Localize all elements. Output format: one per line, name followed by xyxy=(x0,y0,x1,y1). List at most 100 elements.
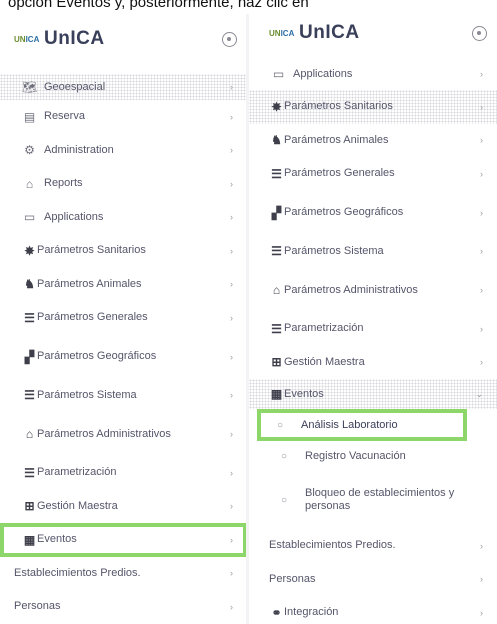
submenu-item-registro-vacunacion[interactable]: ○ Registro Vacunación xyxy=(249,441,497,471)
cattle-icon: ♞ xyxy=(271,133,282,148)
sidebar-item-parametros-administrativos[interactable]: ⌂ Parámetros Administrativos › xyxy=(249,268,497,312)
submenu-item-label: Bloqueo de establecimientos y personas xyxy=(305,487,455,512)
sidebar-item-label: Integración xyxy=(284,606,339,619)
sidebar-item-establecimientos-predios[interactable]: Establecimientos Predios. › xyxy=(0,557,247,591)
brand-title: UnICA xyxy=(299,22,360,43)
chevron-right-icon: › xyxy=(230,111,233,122)
sidebar-item-gestion-maestra[interactable]: ⊞ Gestión Maestra › xyxy=(0,490,247,524)
sidebar-toggle-icon[interactable] xyxy=(472,25,487,41)
sidebar-item-reserva[interactable]: ▤ Reserva › xyxy=(0,100,247,134)
sidebar-item-parametros-geograficos[interactable]: ▞ Parámetros Geográficos › xyxy=(249,191,497,235)
sidebar-item-parametros-generales[interactable]: ☰ Parámetros Generales › xyxy=(0,301,247,335)
brand-title: UnICA xyxy=(44,28,105,49)
list-icon: ☰ xyxy=(271,321,282,336)
sidebar-item-label: Parámetros Sistema xyxy=(37,388,137,401)
circle-bullet-icon: ○ xyxy=(277,419,284,431)
sidebar-item-label: Applications xyxy=(293,67,353,80)
sidebar-item-personas[interactable]: Personas › xyxy=(0,590,247,624)
sidebar-item-integracion[interactable]: ⚭ Integración › xyxy=(249,596,497,624)
sidebar-item-label: Reserva xyxy=(44,110,85,123)
chevron-right-icon: › xyxy=(480,574,483,585)
list-icon: ☰ xyxy=(24,465,35,480)
chevron-right-icon: › xyxy=(480,168,483,179)
sidebar-item-applications[interactable]: ▭ Applications › xyxy=(0,201,247,235)
sidebar-item-label: Personas xyxy=(269,572,316,585)
chevron-right-icon: › xyxy=(230,568,233,579)
chevron-right-icon: › xyxy=(230,82,233,92)
sidebar-item-label: Establecimientos Predios. xyxy=(269,539,396,552)
link-icon: ⚭ xyxy=(271,605,282,620)
sidebar-item-personas[interactable]: Personas › xyxy=(249,563,497,597)
list-icon: ☰ xyxy=(24,388,35,403)
sidebar-item-label: Parámetros Sanitarios xyxy=(37,244,146,257)
sidebar-item-parametros-sistema[interactable]: ☰ Parámetros Sistema › xyxy=(249,235,497,269)
sidebar-item-parametrizacion[interactable]: ☰ Parametrización › xyxy=(249,312,497,346)
chevron-right-icon: › xyxy=(480,357,483,368)
submenu-item-label: Registro Vacunación xyxy=(305,449,406,462)
sidebar-item-parametros-sanitarios[interactable]: ✸ Parámetros Sanitarios › xyxy=(249,90,497,124)
chevron-right-icon: › xyxy=(480,101,483,112)
book-icon: ▤ xyxy=(23,109,36,124)
chevron-right-icon: › xyxy=(230,429,233,439)
sidebar-item-applications[interactable]: ▭ Applications › xyxy=(249,58,497,90)
chevron-right-icon: › xyxy=(230,145,233,156)
sidebar-item-administration[interactable]: ⚙ Administration › xyxy=(0,134,247,168)
sidebar-item-reports[interactable]: ⌂ Reports › xyxy=(0,167,247,201)
chevron-right-icon: › xyxy=(480,69,483,79)
chart-icon: ⌂ xyxy=(25,176,34,191)
sidebar-item-label: Gestión Maestra xyxy=(284,355,365,368)
monitor-icon: ▭ xyxy=(23,210,36,225)
chevron-right-icon: › xyxy=(480,607,483,618)
region-icon: ▞ xyxy=(24,349,35,364)
chevron-right-icon: › xyxy=(480,135,483,146)
sidebar-item-gestion-maestra[interactable]: ⊞ Gestión Maestra › xyxy=(249,346,497,380)
sidebar-item-label: Administration xyxy=(44,143,114,156)
sidebar-item-parametros-animales[interactable]: ♞ Parámetros Animales › xyxy=(249,124,497,158)
sidebar-item-label: Parámetros Geográficos xyxy=(284,206,404,218)
sidebar-item-parametros-animales[interactable]: ♞ Parámetros Animales › xyxy=(0,268,247,302)
sidebar-item-establecimientos-predios[interactable]: Establecimientos Predios. › xyxy=(249,529,497,563)
chevron-right-icon: › xyxy=(230,245,233,256)
submenu-item-bloqueo[interactable]: ○ Bloqueo de establecimientos y personas xyxy=(249,471,497,529)
sidebar-item-geoespacial[interactable]: 🗺 Geoespacial › xyxy=(0,74,247,100)
sidebar-item-label: Parámetros Generales xyxy=(37,311,148,324)
calendar-icon: ▦ xyxy=(23,532,36,547)
sidebar-item-eventos[interactable]: ▦ Eventos ⌄ xyxy=(249,379,497,409)
region-icon: ▞ xyxy=(271,205,282,220)
sidebar-item-label: Establecimientos Predios. xyxy=(14,566,141,579)
virus-icon: ✸ xyxy=(24,243,35,258)
cattle-icon: ♞ xyxy=(24,277,35,292)
list-icon: ☰ xyxy=(271,166,282,181)
sidebar-item-label: Parámetros Geográficos xyxy=(37,350,157,362)
submenu-item-label: Análisis Laboratorio xyxy=(301,418,398,431)
sidebar-item-eventos[interactable]: ▦ Eventos › xyxy=(0,523,247,557)
chevron-right-icon: › xyxy=(230,467,233,478)
chevron-right-icon: › xyxy=(230,279,233,290)
sidebar-item-parametros-geograficos[interactable]: ▞ Parámetros Geográficos › xyxy=(0,335,247,379)
calendar-icon: ▦ xyxy=(270,387,283,401)
sidebar-toggle-icon[interactable] xyxy=(222,31,237,47)
list-icon: ☰ xyxy=(271,244,282,259)
sidebar-item-label: Parametrización xyxy=(284,322,364,335)
sidebar-item-parametros-administrativos[interactable]: ⌂ Parámetros Administrativos › xyxy=(0,412,247,456)
sidebar-item-label: Parámetros Administrativos xyxy=(37,427,171,440)
chevron-right-icon: › xyxy=(230,312,233,323)
brand-header: UNICA UnICA xyxy=(14,22,237,56)
circle-bullet-icon: ○ xyxy=(281,450,288,462)
chevron-right-icon: › xyxy=(480,540,483,551)
sidebar-menu: 🗺 Geoespacial › ▤ Reserva › ⚙ Administra… xyxy=(0,74,247,624)
chevron-right-icon: › xyxy=(230,534,233,545)
sidebar-item-parametros-sanitarios[interactable]: ✸ Parámetros Sanitarios › xyxy=(0,234,247,268)
sidebar-item-label: Applications xyxy=(44,210,104,223)
submenu-item-analisis-laboratorio[interactable]: ○ Análisis Laboratorio xyxy=(257,409,467,441)
gear-icon: ⚙ xyxy=(24,143,35,158)
sidebar-item-label: Eventos xyxy=(37,533,77,546)
sidebar-item-label: Gestión Maestra xyxy=(37,499,118,512)
sidebar-item-label: Parámetros Administrativos xyxy=(284,283,418,296)
sidebar-item-parametros-sistema[interactable]: ☰ Parámetros Sistema › xyxy=(0,379,247,413)
sidebar-menu: ▭ Applications › ✸ Parámetros Sanitarios… xyxy=(249,58,497,624)
sidebar-item-parametrizacion[interactable]: ☰ Parametrización › xyxy=(0,456,247,490)
chevron-right-icon: › xyxy=(230,601,233,612)
list-icon: ☰ xyxy=(24,310,35,325)
sidebar-item-parametros-generales[interactable]: ☰ Parámetros Generales › xyxy=(249,157,497,191)
